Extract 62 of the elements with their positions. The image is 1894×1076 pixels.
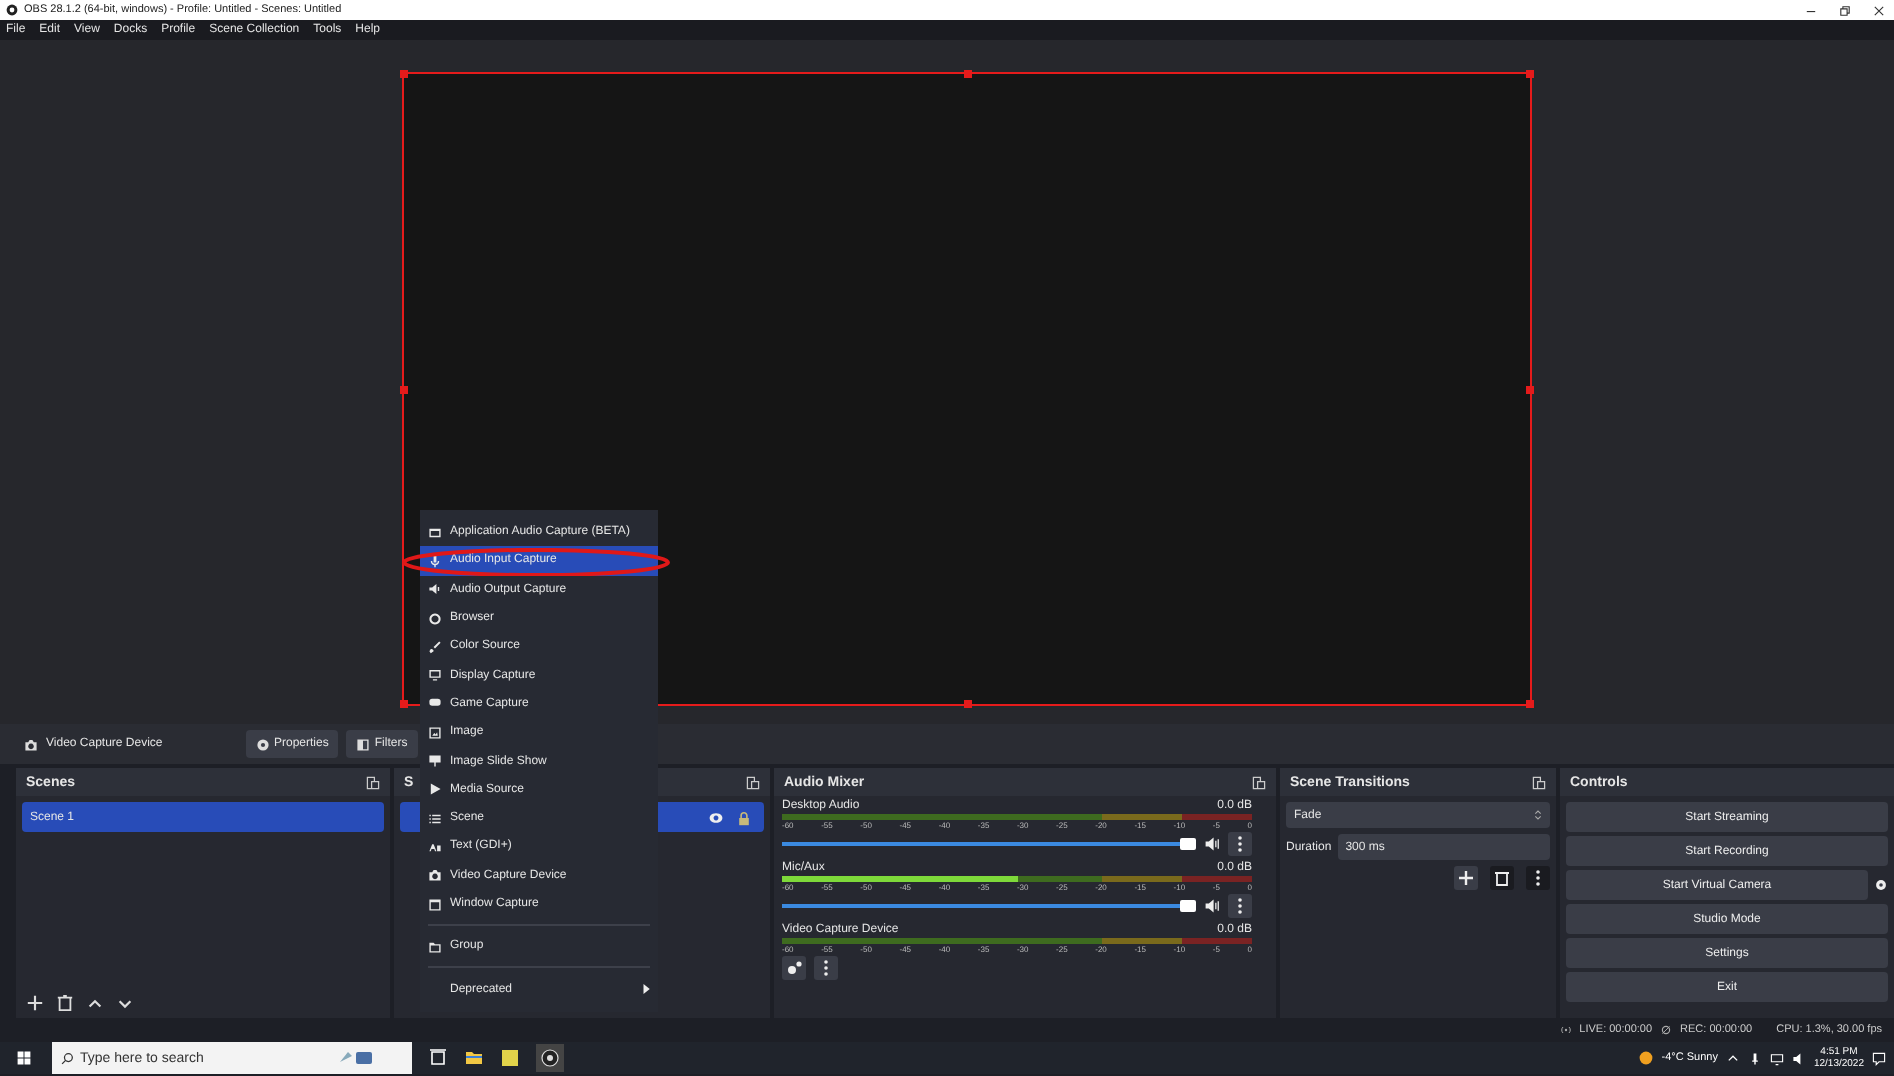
trash-icon[interactable] xyxy=(1490,866,1514,890)
weather-sun-icon[interactable] xyxy=(1637,1050,1654,1066)
folder-icon[interactable] xyxy=(464,1048,484,1068)
monitor-icon xyxy=(428,668,442,683)
resize-handle[interactable] xyxy=(400,385,408,393)
resize-handle[interactable] xyxy=(1526,70,1534,78)
gear-icon[interactable] xyxy=(1874,878,1888,892)
record-icon xyxy=(1660,1024,1673,1036)
resize-handle[interactable] xyxy=(400,70,408,78)
volume-icon[interactable] xyxy=(1791,1051,1806,1065)
windows-start-icon[interactable] xyxy=(16,1050,32,1066)
search-icon[interactable] xyxy=(60,1051,74,1065)
resize-handle[interactable] xyxy=(963,70,971,78)
gamepad-icon xyxy=(428,696,442,711)
camera-icon xyxy=(428,868,442,883)
undock-icon[interactable] xyxy=(366,775,380,789)
spinner-arrows-icon[interactable] xyxy=(1534,808,1542,822)
broadcast-icon xyxy=(1559,1024,1572,1036)
undock-icon[interactable] xyxy=(1252,775,1266,789)
lock-icon[interactable] xyxy=(736,809,752,825)
restore-icon[interactable] xyxy=(1838,3,1852,17)
globe-icon xyxy=(428,611,442,626)
app-icon[interactable] xyxy=(500,1048,520,1068)
add-icon[interactable] xyxy=(26,993,44,1011)
gear-icon xyxy=(256,737,270,751)
more-options-icon[interactable] xyxy=(814,956,838,980)
submenu-arrow-icon xyxy=(642,984,650,995)
camera-icon xyxy=(24,737,38,751)
filter-icon xyxy=(356,737,371,751)
undock-icon[interactable] xyxy=(1532,775,1546,789)
gears-icon[interactable] xyxy=(782,956,806,980)
resize-handle[interactable] xyxy=(963,700,971,708)
resize-handle[interactable] xyxy=(400,700,408,708)
microphone-icon[interactable] xyxy=(1747,1051,1762,1065)
speaker-icon xyxy=(428,582,442,597)
more-options-icon[interactable] xyxy=(1228,894,1252,918)
task-view-icon[interactable] xyxy=(428,1048,448,1068)
notification-icon[interactable] xyxy=(1872,1051,1886,1065)
speaker-icon[interactable] xyxy=(1204,898,1220,914)
speaker-icon[interactable] xyxy=(1204,836,1220,852)
slideshow-icon xyxy=(428,754,442,769)
app-window-icon xyxy=(428,525,442,540)
text-icon xyxy=(428,839,442,854)
list-icon xyxy=(428,811,442,826)
network-icon[interactable] xyxy=(1769,1051,1784,1065)
window-icon xyxy=(428,897,442,911)
microphone-icon xyxy=(428,553,442,568)
chevron-up-icon[interactable] xyxy=(1725,1051,1740,1065)
image-icon xyxy=(428,725,442,740)
resize-handle[interactable] xyxy=(1526,700,1534,708)
play-icon xyxy=(428,782,442,797)
more-options-icon[interactable] xyxy=(1526,866,1550,890)
obs-app-icon[interactable] xyxy=(536,1044,564,1072)
brush-icon xyxy=(428,639,442,654)
folder-icon xyxy=(428,939,442,954)
undock-icon[interactable] xyxy=(746,775,760,789)
eye-icon[interactable] xyxy=(708,809,724,825)
trash-icon[interactable] xyxy=(56,993,74,1011)
resize-handle[interactable] xyxy=(1526,385,1534,393)
close-icon[interactable] xyxy=(1872,3,1886,17)
more-options-icon[interactable] xyxy=(1228,832,1252,856)
add-icon[interactable] xyxy=(1454,866,1478,890)
